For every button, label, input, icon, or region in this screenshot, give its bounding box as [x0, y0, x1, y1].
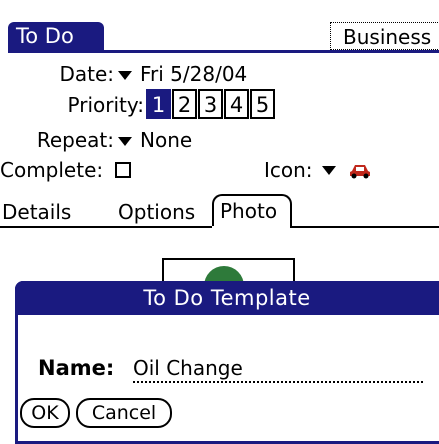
tab-divider-left: [0, 226, 212, 228]
dropdown-arrow-icon: [322, 166, 336, 175]
tab-photo[interactable]: Photo: [212, 194, 292, 226]
priority-1-button[interactable]: 1: [146, 89, 171, 119]
priority-label: Priority:: [67, 93, 144, 117]
category-selector[interactable]: Business: [330, 22, 439, 50]
priority-5-button[interactable]: 5: [250, 89, 275, 119]
dropdown-arrow-icon: [118, 137, 132, 146]
repeat-picker[interactable]: None: [118, 128, 192, 152]
cancel-button[interactable]: Cancel: [76, 398, 172, 428]
tab-options[interactable]: Options: [118, 200, 195, 224]
priority-3-button[interactable]: 3: [198, 89, 223, 119]
name-field[interactable]: Oil Change: [133, 356, 243, 380]
ok-button[interactable]: OK: [20, 398, 70, 428]
dialog-title: To Do Template: [15, 281, 439, 315]
tab-details[interactable]: Details: [2, 200, 71, 224]
date-value: Fri 5/28/04: [140, 62, 248, 86]
car-icon: [350, 164, 371, 178]
icon-picker[interactable]: [322, 160, 371, 179]
repeat-value: None: [140, 128, 193, 152]
date-label: Date:: [59, 62, 114, 86]
app-title[interactable]: To Do: [8, 22, 104, 51]
priority-2-button[interactable]: 2: [172, 89, 197, 119]
date-picker[interactable]: Fri 5/28/04: [118, 62, 247, 86]
priority-4-button[interactable]: 4: [224, 89, 249, 119]
tab-divider-right: [290, 226, 439, 228]
name-field-underline: [133, 381, 423, 383]
repeat-label: Repeat:: [36, 128, 114, 152]
dropdown-arrow-icon: [118, 71, 132, 80]
complete-label: Complete:: [0, 158, 104, 182]
complete-checkbox[interactable]: [115, 162, 131, 178]
name-label: Name:: [38, 356, 115, 380]
icon-label: Icon:: [264, 158, 313, 182]
